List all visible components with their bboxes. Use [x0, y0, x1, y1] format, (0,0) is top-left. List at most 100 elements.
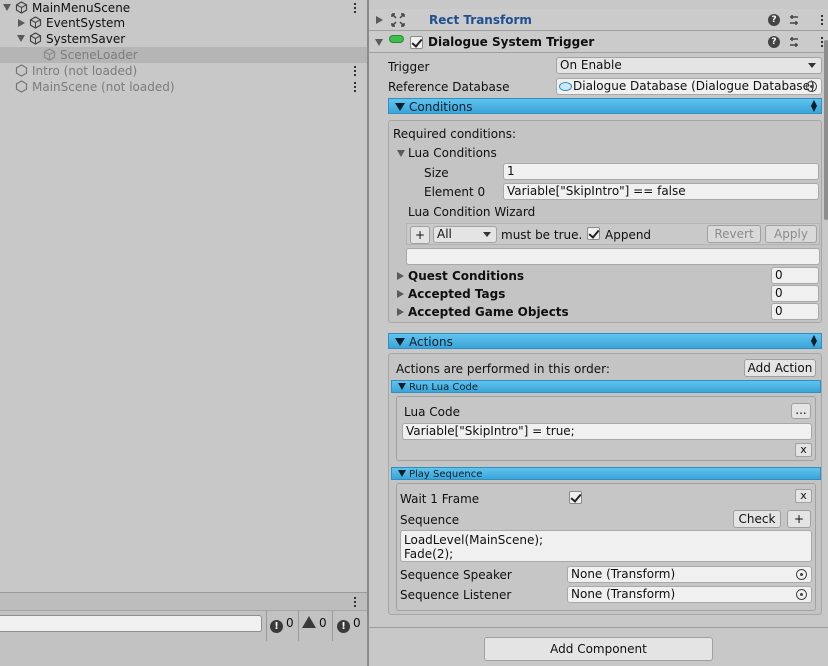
- check-label: Check: [738, 512, 776, 526]
- size-input[interactable]: 1: [503, 163, 819, 180]
- hierarchy-item-sceneloader[interactable]: SceneLoader: [0, 47, 367, 63]
- lua-code-label: Lua Code: [404, 405, 460, 419]
- lua-code-input[interactable]: Variable["SkipIntro"] = true;: [402, 423, 812, 440]
- object-picker-icon[interactable]: [796, 569, 807, 580]
- wait-one-frame-checkbox[interactable]: [569, 491, 582, 504]
- unity-scene-icon: [15, 64, 28, 77]
- dialogue-system-trigger-header[interactable]: Dialogue System Trigger ?: [369, 31, 828, 53]
- all-any-dropdown[interactable]: All: [433, 226, 497, 243]
- quest-conditions-size[interactable]: 0: [771, 267, 819, 284]
- sequence-listener-field[interactable]: None (Transform): [567, 586, 812, 603]
- sequence-speaker-value: None (Transform): [571, 567, 676, 581]
- accepted-game-objects-size[interactable]: 0: [771, 303, 819, 320]
- accepted-game-objects-label[interactable]: Accepted Game Objects: [408, 304, 569, 320]
- more-options-icon[interactable]: [820, 13, 824, 27]
- remove-action-button[interactable]: x: [795, 489, 812, 503]
- lua-wizard-button[interactable]: ...: [791, 403, 811, 419]
- expand-arrow-icon[interactable]: [397, 290, 404, 298]
- run-lua-code-foldout[interactable]: Run Lua Code: [391, 380, 821, 393]
- wizard-text-field[interactable]: [406, 248, 820, 265]
- presets-icon[interactable]: [788, 14, 800, 26]
- presets-icon[interactable]: [788, 36, 800, 48]
- help-icon[interactable]: ?: [768, 36, 780, 48]
- element0-input[interactable]: Variable["SkipIntro"] == false: [503, 183, 819, 200]
- reference-database-label: Reference Database: [388, 80, 510, 94]
- divider: [266, 611, 267, 641]
- sequence-listener-value: None (Transform): [571, 587, 676, 601]
- add-component-label: Add Component: [550, 642, 647, 656]
- play-sequence-box: Wait 1 Frame x Sequence Check + LoadLeve…: [396, 483, 816, 611]
- info-count-toggle[interactable]: ! 0: [270, 615, 294, 633]
- hierarchy-item-label: SystemSaver: [46, 32, 126, 46]
- inspector-scrollbar[interactable]: [824, 40, 828, 220]
- expand-arrow-icon[interactable]: [376, 16, 383, 24]
- accepted-tags-label[interactable]: Accepted Tags: [408, 286, 505, 302]
- gameobject-cube-icon: [29, 16, 42, 29]
- expand-arrow-icon[interactable]: [17, 35, 25, 42]
- component-enabled-checkbox[interactable]: [410, 36, 423, 49]
- reference-database-field[interactable]: Dialogue Database (Dialogue Database): [556, 78, 822, 95]
- add-component-button[interactable]: Add Component: [484, 637, 713, 661]
- component-title: Rect Transform: [429, 13, 532, 27]
- sequence-speaker-field[interactable]: None (Transform): [567, 566, 812, 583]
- expand-arrow-icon[interactable]: [397, 150, 405, 157]
- sequence-speaker-label: Sequence Speaker: [400, 568, 512, 582]
- hierarchy-item-mainscene[interactable]: MainScene (not loaded): [0, 79, 367, 95]
- remove-action-button[interactable]: x: [795, 443, 812, 457]
- conditions-foldout[interactable]: Conditions ▲ ▼: [388, 98, 822, 114]
- more-options-icon[interactable]: [353, 80, 357, 94]
- play-sequence-foldout[interactable]: Play Sequence: [391, 467, 821, 480]
- play-sequence-header: Play Sequence: [409, 469, 483, 480]
- revert-button[interactable]: Revert: [707, 225, 761, 243]
- object-picker-icon[interactable]: [806, 81, 817, 92]
- trigger-dropdown[interactable]: On Enable: [556, 57, 822, 74]
- actions-order-label: Actions are performed in this order:: [396, 362, 610, 376]
- reorder-arrows-icon: ▲ ▼: [810, 98, 817, 113]
- wizard-toolbar: + All must be true. Append Revert Apply: [406, 223, 820, 245]
- console-search-input[interactable]: [0, 615, 262, 632]
- hierarchy-item-label: Intro (not loaded): [32, 64, 138, 78]
- append-checkbox[interactable]: [587, 227, 600, 240]
- object-picker-icon[interactable]: [796, 589, 807, 600]
- all-value: All: [437, 227, 452, 241]
- add-sequence-command-button[interactable]: +: [787, 510, 811, 528]
- add-condition-button[interactable]: +: [410, 226, 430, 244]
- expand-arrow-icon[interactable]: [375, 39, 383, 46]
- hierarchy-item-label: EventSystem: [46, 16, 126, 30]
- quest-conditions-label[interactable]: Quest Conditions: [408, 268, 524, 284]
- gameobject-cube-icon: [29, 32, 42, 45]
- add-action-label: Add Action: [747, 361, 813, 375]
- gameobject-cube-icon: [43, 48, 56, 61]
- more-options-icon[interactable]: [353, 1, 357, 15]
- required-conditions-label: Required conditions:: [393, 127, 516, 141]
- lua-conditions-label[interactable]: Lua Conditions: [408, 145, 497, 161]
- foldout-arrow-icon: [395, 103, 405, 111]
- help-icon[interactable]: ?: [768, 14, 780, 26]
- more-options-icon[interactable]: [353, 595, 357, 609]
- hierarchy-item-systemsaver[interactable]: SystemSaver: [0, 31, 367, 47]
- check-sequence-button[interactable]: Check: [733, 510, 781, 528]
- expand-arrow-icon[interactable]: [18, 19, 25, 27]
- conditions-header: Conditions: [409, 100, 473, 114]
- plus-icon: +: [414, 228, 426, 242]
- trigger-value: On Enable: [560, 58, 622, 72]
- rect-transform-header[interactable]: Rect Transform ?: [369, 9, 828, 31]
- expand-arrow-icon[interactable]: [397, 308, 404, 316]
- expand-arrow-icon[interactable]: [3, 4, 11, 11]
- hierarchy-item-intro[interactable]: Intro (not loaded): [0, 63, 367, 79]
- actions-section: Actions are performed in this order: Add…: [388, 353, 822, 615]
- accepted-tags-size[interactable]: 0: [771, 285, 819, 302]
- hierarchy-item-eventsystem[interactable]: EventSystem: [0, 15, 367, 31]
- actions-header: Actions: [409, 335, 453, 349]
- more-options-icon[interactable]: [353, 64, 357, 78]
- add-action-button[interactable]: Add Action: [744, 359, 816, 377]
- apply-button[interactable]: Apply: [765, 225, 817, 243]
- hierarchy-item-mainmenuscene[interactable]: MainMenuScene: [0, 0, 367, 16]
- element0-value: Variable["SkipIntro"] == false: [507, 184, 686, 198]
- expand-arrow-icon[interactable]: [397, 272, 404, 280]
- error-count-toggle[interactable]: ! 0: [337, 615, 361, 633]
- warning-count-toggle[interactable]: 0: [302, 615, 327, 632]
- console-panel: ! 0 0 ! 0: [0, 592, 367, 666]
- sequence-textarea[interactable]: LoadLevel(MainScene); Fade(2);: [400, 530, 812, 562]
- actions-foldout[interactable]: Actions ▲ ▼: [388, 333, 822, 349]
